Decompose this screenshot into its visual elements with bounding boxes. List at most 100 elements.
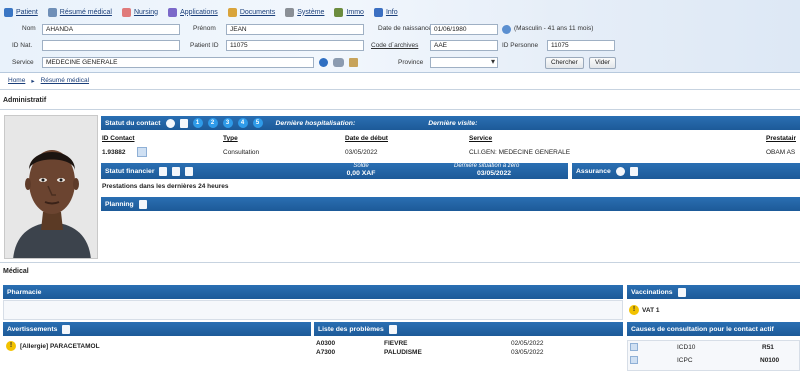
contact-badge-3[interactable]: 3 [222,118,233,128]
service-input[interactable]: MEDECINE GENERALE [42,57,314,68]
last-zero-label: Dernière situation à zéro [454,163,520,169]
finance-detail-icon[interactable] [159,166,168,176]
insurance-document-icon[interactable] [629,166,638,176]
col-provider[interactable]: Prestatair [766,135,796,142]
divider [0,262,800,263]
patient-icon [4,7,13,17]
system-icon [285,7,295,17]
allergy-warning-icon: ! [6,341,16,351]
contact-status-bar: Statut du contact 1 2 3 4 5 Dernière hos… [101,116,800,130]
document-icon[interactable] [179,118,188,128]
planning-document-icon[interactable] [138,199,147,209]
breadcrumb-separator: ▸ [31,78,35,85]
menu-label: Système [297,8,325,16]
idnat-label: ID Nat. [12,42,33,49]
patient-portrait [5,116,97,258]
causes-panel [627,340,800,371]
admin-section-title: Administratif [3,97,47,104]
divider [0,109,800,110]
contact-badge-4[interactable]: 4 [237,118,248,128]
col-start-date[interactable]: Date de début [345,135,388,142]
menu-system[interactable]: Système [285,7,325,17]
service-lookup-icon[interactable] [349,58,358,67]
applications-icon [168,7,178,17]
cause-code: R51 [762,344,774,351]
archives-input[interactable]: AAE [430,40,498,51]
patient-age-info: (Masculin - 41 ans 11 mois) [514,25,594,32]
menu-patient[interactable]: Patient [4,7,38,17]
col-id-contact[interactable]: ID Contact [102,135,135,142]
prenom-input[interactable]: JEAN [226,24,364,35]
problem-code: A0300 [316,340,336,347]
menu-documents[interactable]: Documents [227,7,276,17]
dob-input[interactable]: 01/06/1980 [430,24,498,35]
divider [0,89,800,90]
binoculars-icon[interactable] [333,58,344,67]
clock-icon[interactable] [165,118,175,128]
cause-system: ICPC [677,357,693,364]
vaccinations-bar: Vaccinations [627,285,800,299]
medical-section-title: Médical [3,268,29,275]
prenom-label: Prénom [193,25,216,32]
vaccination-detail-icon[interactable] [677,287,686,297]
last-hospitalization-label: Dernière hospitalisation: [275,119,356,127]
nursing-icon [121,7,131,17]
warnings-document-icon[interactable] [62,324,71,334]
warnings-title: Avertissements [7,325,58,333]
problems-detail-icon[interactable] [388,324,397,334]
cause-icon[interactable] [630,343,638,351]
cause-icon[interactable] [630,356,638,364]
contact-service: CLI.GEN: MEDECINE GENERALE [469,149,571,156]
info-icon[interactable] [319,58,328,67]
menu-label: Nursing [133,8,159,16]
problem-code: A7300 [316,349,336,356]
insurance-bar: Assurance [572,163,800,179]
pharmacy-title: Pharmacie [7,288,42,296]
patientid-label: Patient ID [190,42,219,49]
warnings-bar: Avertissements [3,322,311,336]
col-type[interactable]: Type [223,135,238,142]
archives-label[interactable]: Code d´archives [371,42,418,49]
menu-label: Résumé médical [59,8,112,16]
contact-badge-1[interactable]: 1 [192,118,203,128]
contact-details-icon[interactable] [137,147,147,157]
cause-code: N0100 [760,357,780,364]
clear-button[interactable]: Vider [589,57,617,69]
problem-label: FIEVRE [384,340,408,347]
contact-status-title: Statut du contact [105,119,161,127]
patientid-input[interactable]: 11075 [226,40,364,51]
idnat-input[interactable] [42,40,180,51]
menu-label: Documents [239,8,276,16]
contact-start-date: 03/05/2022 [345,149,378,156]
menu-info[interactable]: Info [373,7,398,17]
last-visit-label: Dernière visite: [428,119,478,127]
search-button[interactable]: Chercher [545,57,584,69]
contact-id[interactable]: 1.93882 [102,149,126,156]
menu-label: Applications [180,8,218,16]
pharmacy-panel [3,300,623,320]
calendar-icon[interactable] [502,25,511,34]
causes-title: Causes de consultation pour le contact a… [631,325,774,333]
breadcrumb: Home ▸ Résumé médical [8,77,89,85]
breadcrumb-summary[interactable]: Résumé médical [41,77,89,85]
menu-applications[interactable]: Applications [168,7,218,17]
menu-summary[interactable]: Résumé médical [47,7,112,17]
menu-label: Immo [346,8,364,16]
nom-label: Nom [22,25,36,32]
nom-input[interactable]: AHANDA [42,24,180,35]
idpersonne-input[interactable]: 11075 [547,40,615,51]
province-select[interactable] [430,57,498,68]
contact-badge-2[interactable]: 2 [207,118,218,128]
menu-immo[interactable]: Immo [334,7,364,17]
cause-system: ICD10 [677,344,696,351]
invoice-icon[interactable] [185,166,194,176]
menu-nursing[interactable]: Nursing [121,7,159,17]
coins-icon[interactable] [172,166,181,176]
breadcrumb-home[interactable]: Home [8,77,25,85]
financial-status-title: Statut financier [105,167,155,175]
vaccination-item: VAT 1 [642,307,660,314]
problem-label: PALUDISME [384,349,422,356]
insurance-history-icon[interactable] [615,166,625,176]
col-service[interactable]: Service [469,135,492,142]
contact-badge-5[interactable]: 5 [252,118,263,128]
